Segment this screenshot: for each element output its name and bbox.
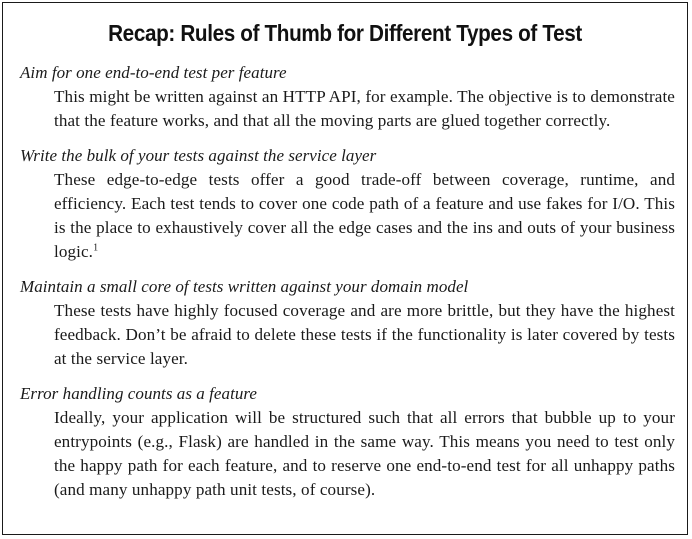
rules-list: Aim for one end-to-end test per feature … [20, 61, 675, 513]
rule-term: Write the bulk of your tests against the… [20, 146, 377, 165]
rule-description: These tests have highly focused coverage… [54, 301, 675, 368]
rule-term: Aim for one end-to-end test per feature [20, 63, 287, 82]
rule-term: Maintain a small core of tests written a… [20, 277, 469, 296]
rule-description: Ideally, your application will be struct… [54, 408, 675, 499]
rule-description: This might be written against an HTTP AP… [54, 87, 675, 130]
rule-entry-end-to-end: Aim for one end-to-end test per feature … [20, 61, 675, 133]
rule-term: Error handling counts as a feature [20, 384, 258, 403]
recap-sidebar-box: Recap: Rules of Thumb for Different Type… [2, 2, 688, 535]
sidebar-title: Recap: Rules of Thumb for Different Type… [108, 20, 582, 46]
rule-description: These edge-to-edge tests offer a good tr… [54, 168, 675, 264]
rule-entry-error-handling: Error handling counts as a feature Ideal… [20, 382, 675, 502]
rule-description-text: These edge-to-edge tests offer a good tr… [54, 170, 675, 261]
footnote-marker: 1 [93, 242, 99, 254]
rule-entry-domain-model: Maintain a small core of tests written a… [20, 275, 675, 371]
rule-entry-service-layer: Write the bulk of your tests against the… [20, 144, 675, 264]
